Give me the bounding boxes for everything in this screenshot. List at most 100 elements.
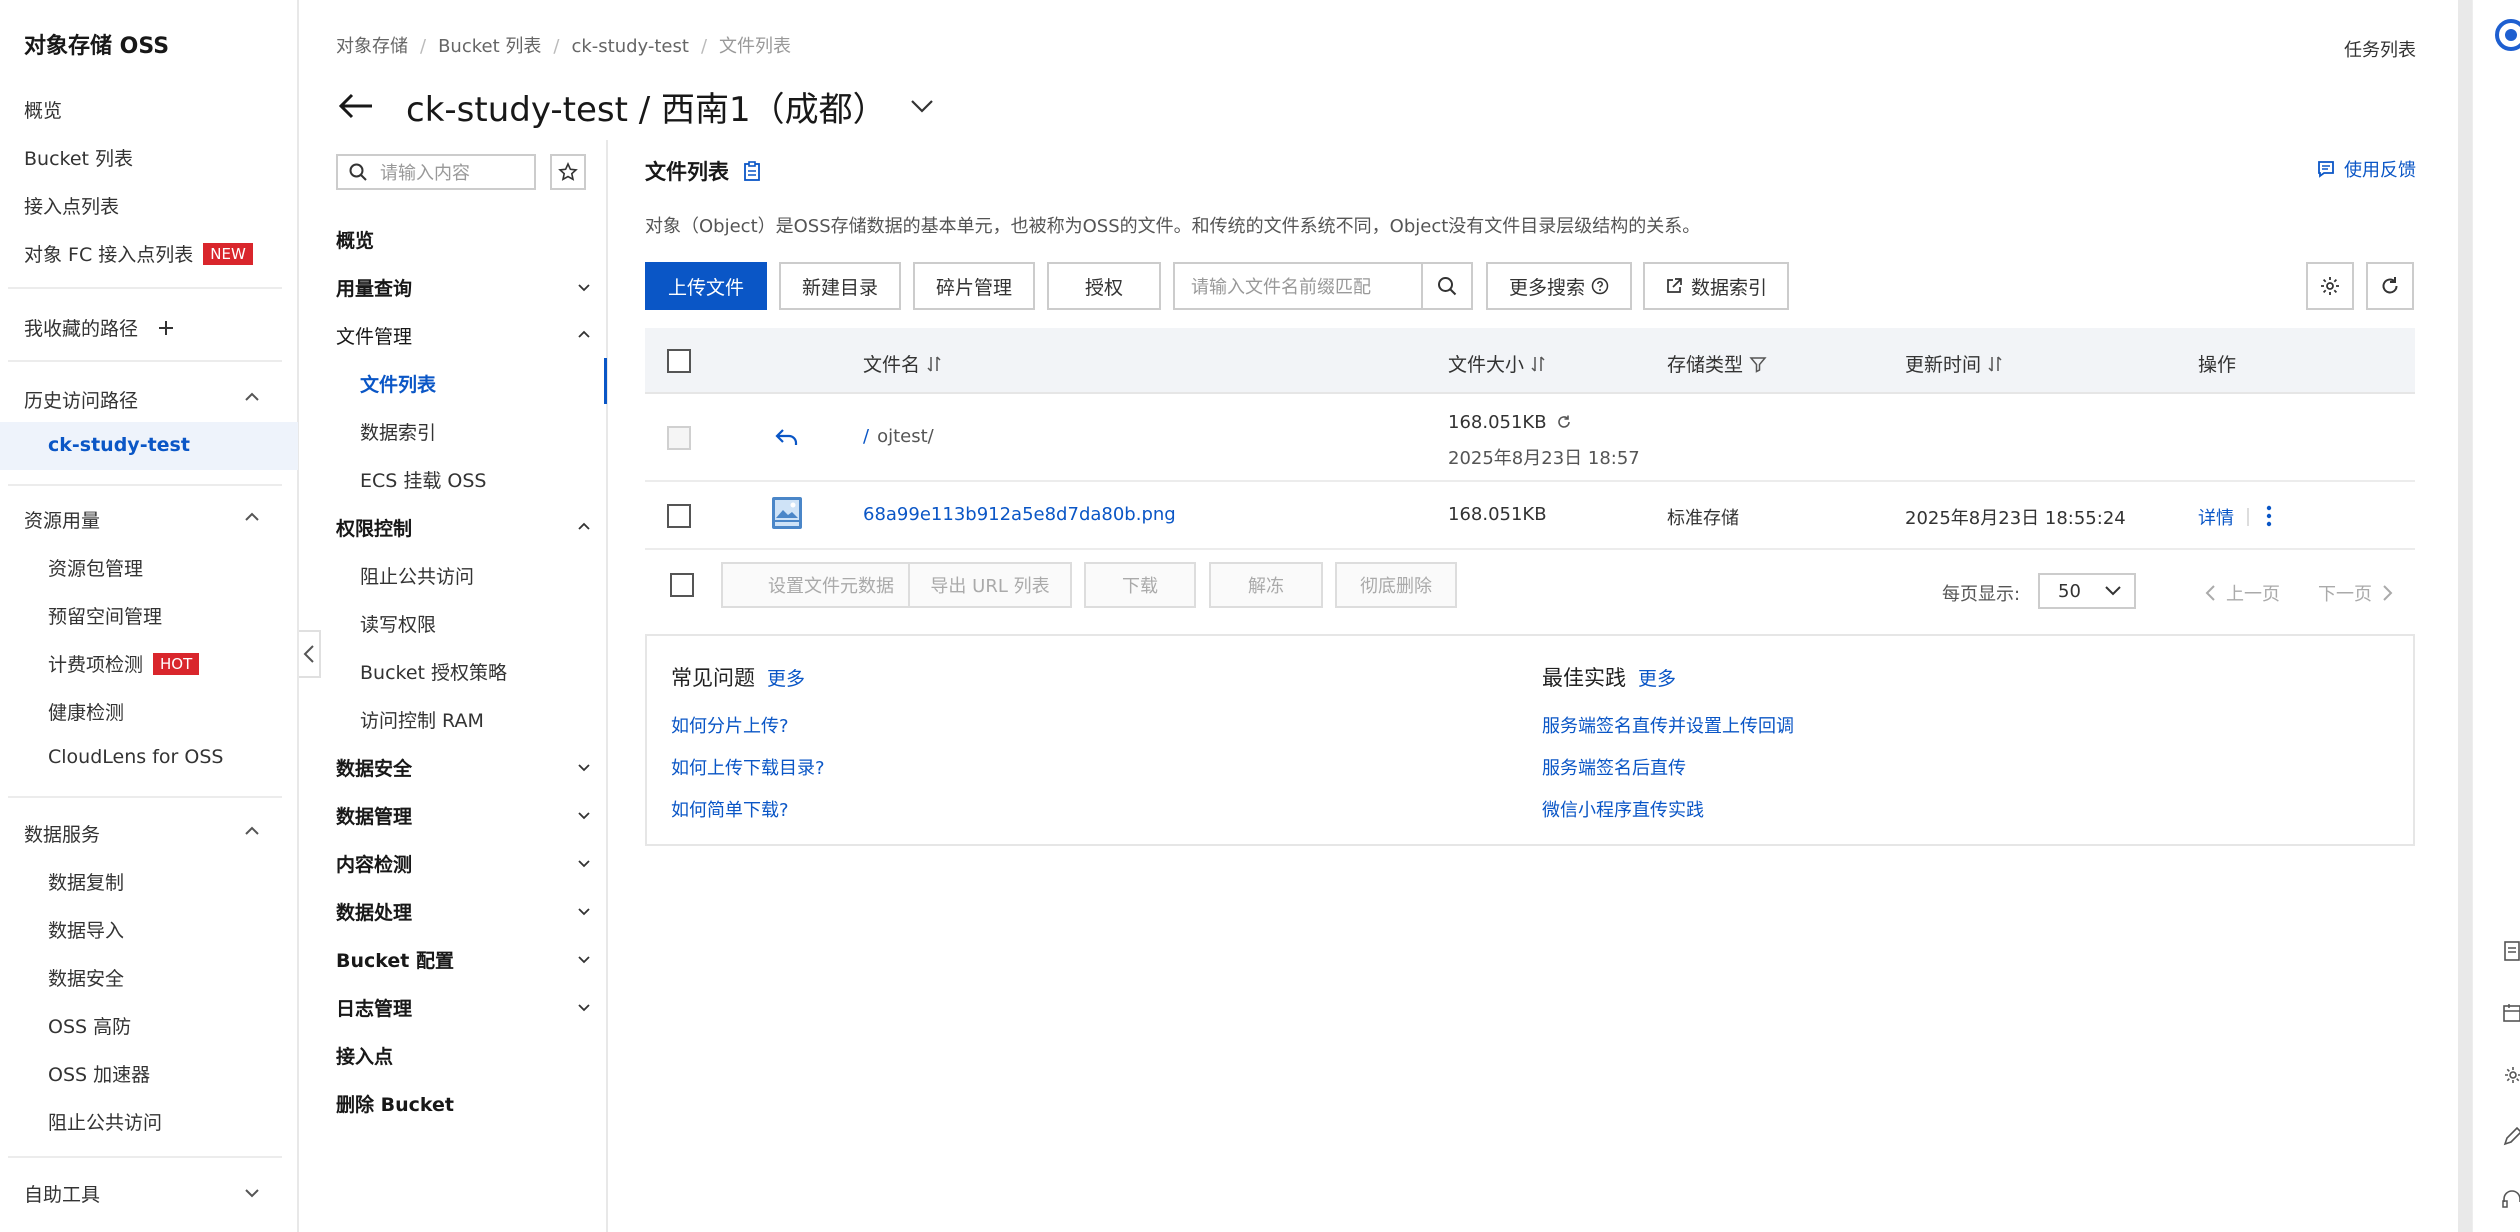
col-header-storage[interactable]: 存储类型 bbox=[1667, 350, 1767, 377]
sort-icon[interactable] bbox=[1987, 355, 2003, 373]
sidebar-item-res-health[interactable]: 健康检测 bbox=[48, 698, 124, 725]
sidebar-item-bucket-list[interactable]: Bucket 列表 bbox=[24, 144, 133, 171]
best-more-link[interactable]: 更多 bbox=[1638, 668, 1676, 690]
nav-log-mgmt[interactable]: 日志管理 bbox=[336, 994, 412, 1021]
bulk-select-checkbox[interactable] bbox=[670, 573, 694, 597]
table-row[interactable]: 68a99e113b912a5e8d7da80b.png 168.051KB 标… bbox=[645, 482, 2415, 550]
sidebar-history-item[interactable]: ck-study-test bbox=[48, 434, 190, 456]
best-practice-link[interactable]: 微信小程序直传实践 bbox=[1542, 796, 1704, 822]
breadcrumb-item[interactable]: ck-study-test bbox=[571, 36, 688, 57]
next-page-button[interactable]: 下一页 bbox=[2318, 580, 2394, 606]
permanent-delete-button[interactable]: 彻底删除 bbox=[1335, 562, 1457, 608]
detail-link[interactable]: 详情 bbox=[2198, 504, 2234, 530]
sidebar-item-res-reserved[interactable]: 预留空间管理 bbox=[48, 602, 162, 629]
page-scrollbar[interactable] bbox=[2458, 0, 2472, 1232]
data-index-button[interactable]: 数据索引 bbox=[1643, 262, 1789, 310]
row-checkbox[interactable] bbox=[667, 504, 691, 528]
nav-data-processing[interactable]: 数据处理 bbox=[336, 898, 412, 925]
col-header-name[interactable]: 文件名 bbox=[863, 350, 942, 377]
refresh-button[interactable] bbox=[2366, 262, 2414, 310]
best-practice-link[interactable]: 服务端签名直传并设置上传回调 bbox=[1542, 712, 1794, 738]
new-directory-button[interactable]: 新建目录 bbox=[779, 262, 901, 310]
gear-icon[interactable] bbox=[2499, 1064, 2520, 1086]
sidebar-item-fc-access[interactable]: 对象 FC 接入点列表 NEW bbox=[24, 240, 253, 267]
sidebar-section-history[interactable]: 历史访问路径 bbox=[24, 386, 138, 413]
table-row-parent[interactable]: / ojtest/ 168.051KB 2025年8月23日 18:57 bbox=[645, 394, 2415, 482]
nav-access-point[interactable]: 接入点 bbox=[336, 1042, 393, 1069]
sidebar-item-favorites[interactable]: 我收藏的路径 bbox=[24, 314, 176, 341]
more-vertical-icon[interactable] bbox=[2265, 504, 2273, 528]
nav-permission[interactable]: 权限控制 bbox=[336, 514, 412, 541]
filter-icon[interactable] bbox=[1749, 355, 1767, 373]
sidebar-item-res-pkg[interactable]: 资源包管理 bbox=[48, 554, 143, 581]
sidebar-item-access-points[interactable]: 接入点列表 bbox=[24, 192, 119, 219]
settings-button[interactable] bbox=[2306, 262, 2354, 310]
chevron-down-icon[interactable] bbox=[243, 1184, 261, 1202]
sidebar-section-resources[interactable]: 资源用量 bbox=[24, 506, 100, 533]
refresh-icon[interactable] bbox=[1556, 414, 1572, 430]
sidebar-item-ds-security[interactable]: 数据安全 bbox=[48, 964, 124, 991]
download-button[interactable]: 下载 bbox=[1084, 562, 1196, 608]
sort-icon[interactable] bbox=[926, 355, 942, 373]
sidebar-section-data-services[interactable]: 数据服务 bbox=[24, 820, 100, 847]
calendar-icon[interactable] bbox=[2499, 1002, 2520, 1024]
file-name-link[interactable]: 68a99e113b912a5e8d7da80b.png bbox=[863, 504, 1176, 525]
sidebar-item-cloudlens[interactable]: CloudLens for OSS bbox=[48, 746, 223, 768]
nav-data-mgmt[interactable]: 数据管理 bbox=[336, 802, 412, 829]
nav-content-check[interactable]: 内容检测 bbox=[336, 850, 412, 877]
edit-icon[interactable] bbox=[2499, 1126, 2520, 1148]
nav-block-public[interactable]: 阻止公共访问 bbox=[360, 562, 474, 589]
nav-delete-bucket[interactable]: 删除 Bucket bbox=[336, 1090, 454, 1117]
nav-ecs-mount[interactable]: ECS 挂载 OSS bbox=[360, 466, 487, 493]
nav-file-mgmt[interactable]: 文件管理 bbox=[336, 322, 412, 349]
authorize-button[interactable]: 授权 bbox=[1047, 262, 1161, 310]
nav-data-security[interactable]: 数据安全 bbox=[336, 754, 412, 781]
unfreeze-button[interactable]: 解冻 bbox=[1209, 562, 1323, 608]
sidebar-item-oss-accelerator[interactable]: OSS 加速器 bbox=[48, 1060, 150, 1087]
nav-bucket-config[interactable]: Bucket 配置 bbox=[336, 946, 454, 973]
best-practice-link[interactable]: 服务端签名后直传 bbox=[1542, 754, 1686, 780]
nav-usage[interactable]: 用量查询 bbox=[336, 274, 412, 301]
chevron-down-icon[interactable] bbox=[576, 760, 592, 776]
nav-overview[interactable]: 概览 bbox=[336, 226, 374, 253]
export-url-button[interactable]: 导出 URL 列表 bbox=[908, 562, 1072, 608]
breadcrumb-item[interactable]: 对象存储 bbox=[336, 36, 408, 57]
sidebar-section-self-tools[interactable]: 自助工具 bbox=[24, 1180, 100, 1207]
sidebar-item-oss-defense[interactable]: OSS 高防 bbox=[48, 1012, 131, 1039]
sidebar-item-res-billing[interactable]: 计费项检测 HOT bbox=[48, 650, 200, 677]
assistant-icon[interactable] bbox=[2489, 18, 2520, 52]
faq-link[interactable]: 如何简单下载? bbox=[671, 796, 789, 822]
select-all-checkbox[interactable] bbox=[667, 349, 691, 373]
task-list-link[interactable]: 任务列表 bbox=[2344, 36, 2416, 62]
faq-more-link[interactable]: 更多 bbox=[767, 668, 805, 690]
more-search-button[interactable]: 更多搜索 bbox=[1486, 262, 1632, 310]
file-search-input[interactable]: 请输入文件名前缀匹配 bbox=[1173, 262, 1473, 310]
sort-icon[interactable] bbox=[1530, 355, 1546, 373]
prev-page-button[interactable]: 上一页 bbox=[2204, 580, 2280, 606]
chevron-down-icon[interactable] bbox=[576, 856, 592, 872]
nav-search-input[interactable]: 请输入内容 bbox=[336, 154, 536, 190]
chevron-up-icon[interactable] bbox=[243, 508, 261, 526]
return-arrow-icon[interactable] bbox=[775, 426, 799, 448]
upload-button[interactable]: 上传文件 bbox=[645, 262, 767, 310]
chevron-down-icon[interactable] bbox=[576, 808, 592, 824]
faq-link[interactable]: 如何上传下载目录? bbox=[671, 754, 825, 780]
nav-file-list[interactable]: 文件列表 bbox=[360, 370, 436, 397]
fragment-mgmt-button[interactable]: 碎片管理 bbox=[913, 262, 1035, 310]
chevron-up-icon[interactable] bbox=[576, 518, 592, 534]
chevron-down-icon[interactable] bbox=[576, 1000, 592, 1016]
chevron-down-icon[interactable] bbox=[909, 97, 935, 115]
per-page-select[interactable]: 50 bbox=[2038, 573, 2136, 609]
sidebar-item-block-public[interactable]: 阻止公共访问 bbox=[48, 1108, 162, 1135]
col-header-size[interactable]: 文件大小 bbox=[1448, 350, 1546, 377]
chevron-down-icon[interactable] bbox=[576, 904, 592, 920]
sidebar-item-ds-replication[interactable]: 数据复制 bbox=[48, 868, 124, 895]
clipboard-icon[interactable] bbox=[743, 161, 761, 181]
col-header-updated[interactable]: 更新时间 bbox=[1905, 350, 2003, 377]
favorite-button[interactable] bbox=[550, 154, 586, 190]
plus-icon[interactable] bbox=[156, 318, 176, 338]
nav-bucket-policy[interactable]: Bucket 授权策略 bbox=[360, 658, 507, 685]
back-arrow-icon[interactable] bbox=[336, 89, 376, 123]
chevron-down-icon[interactable] bbox=[576, 280, 592, 296]
document-icon[interactable] bbox=[2499, 940, 2520, 962]
